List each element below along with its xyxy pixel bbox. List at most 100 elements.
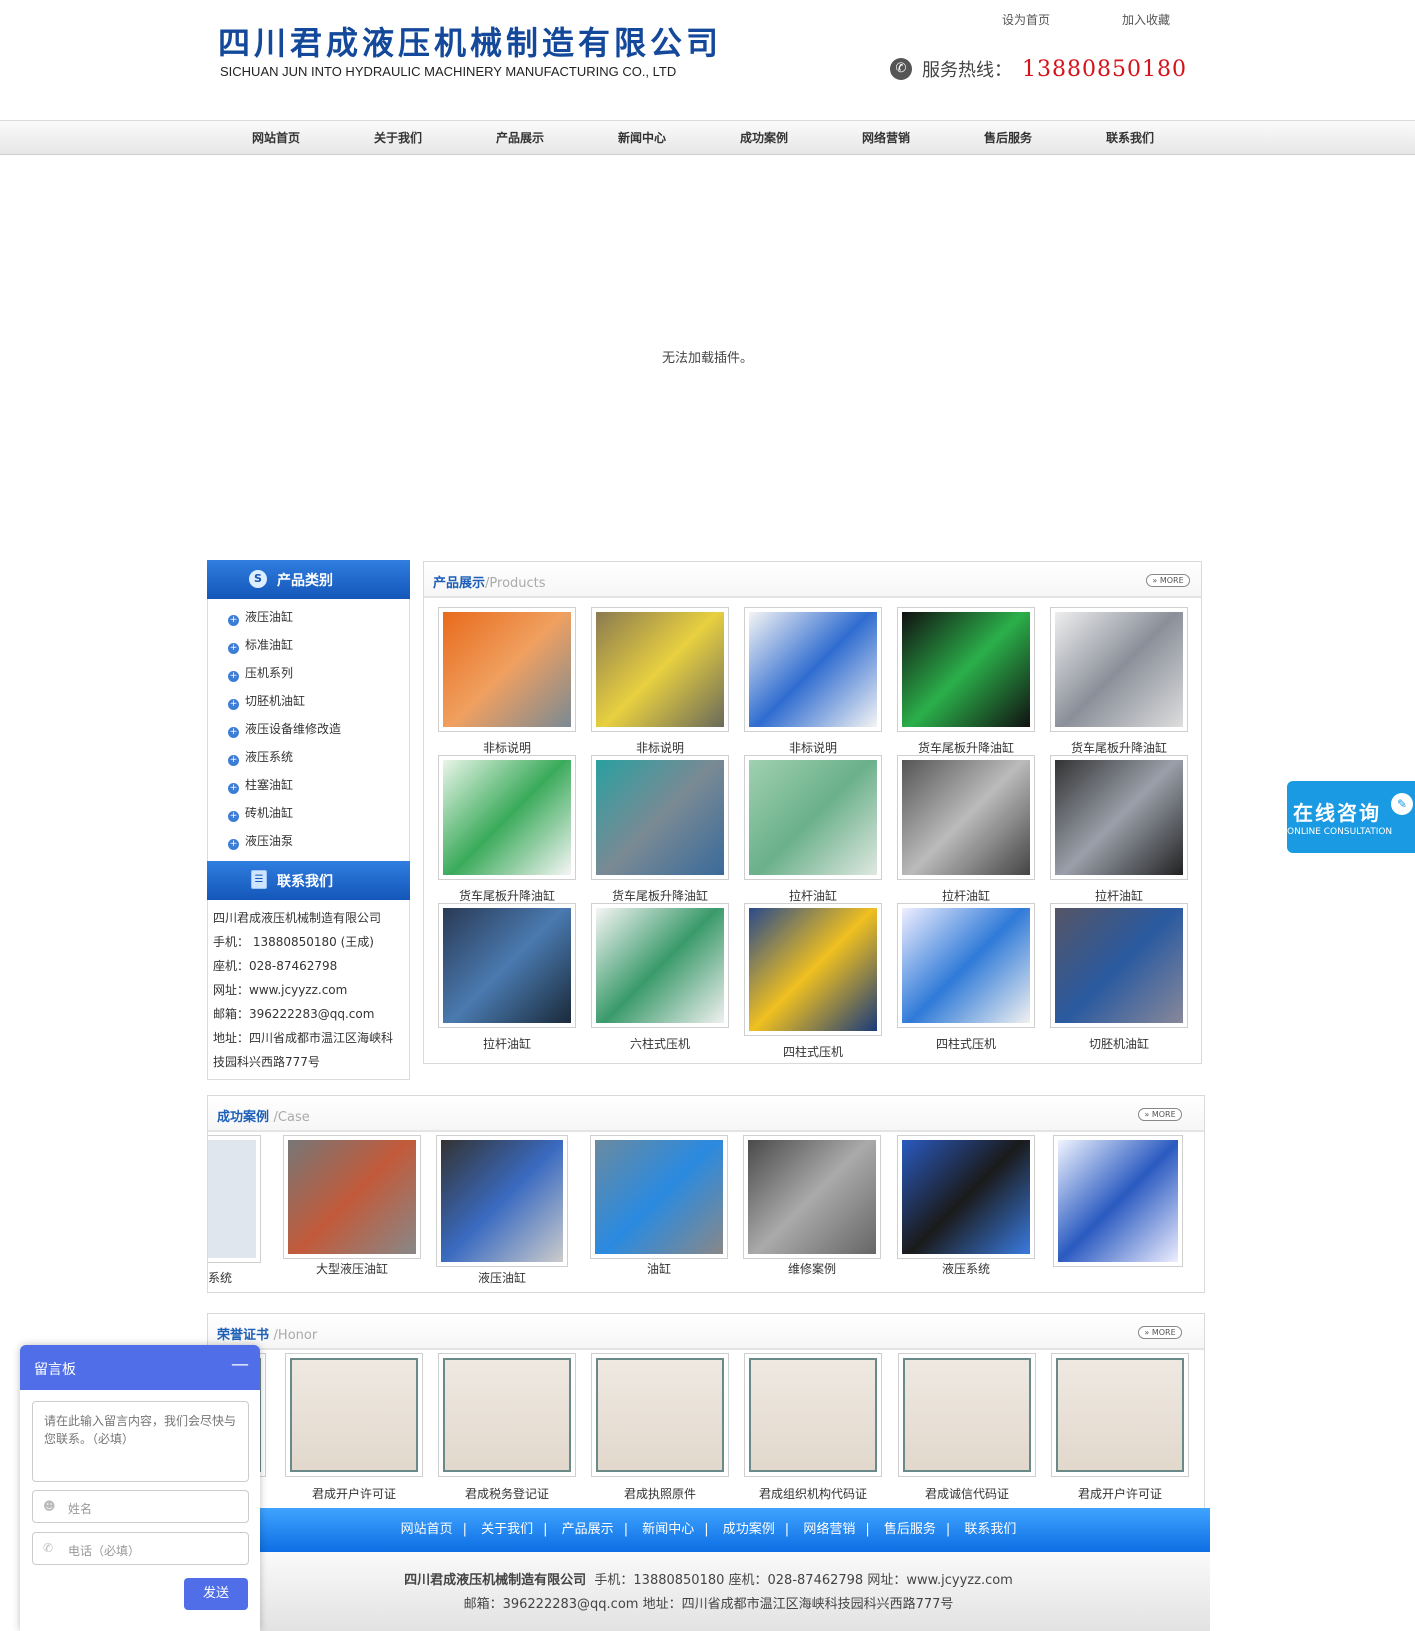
contact-address: 地址：四川省成都市温江区海峡科: [213, 1031, 394, 1045]
product-thumbnail[interactable]: [591, 607, 729, 732]
nav-products[interactable]: 产品展示: [496, 121, 544, 155]
footer-nav-marketing[interactable]: 网络营销: [803, 1522, 855, 1537]
footer-nav-cases[interactable]: 成功案例: [723, 1522, 775, 1537]
category-item[interactable]: + 液压设备维修改造: [208, 715, 409, 743]
logo-chinese[interactable]: 四川君成液压机械制造有限公司: [218, 18, 722, 64]
certificate-thumbnail[interactable]: [898, 1353, 1036, 1477]
product-caption[interactable]: 六柱式压机: [591, 1035, 729, 1052]
product-thumbnail[interactable]: [897, 755, 1035, 880]
name-field[interactable]: ☻ 姓名: [32, 1490, 249, 1523]
certificate-caption[interactable]: 君成执照原件: [591, 1485, 729, 1502]
nav-contact[interactable]: 联系我们: [1106, 121, 1154, 155]
case-thumbnail[interactable]: [436, 1135, 568, 1267]
product-caption[interactable]: 拉杆油缸: [744, 887, 882, 904]
product-caption[interactable]: 拉杆油缸: [438, 1035, 576, 1052]
honor-panel: 荣誉证书 /Honor » MORE 君成开户许可证 君成税务登记证 君成执照原件君…: [207, 1313, 1205, 1509]
footer-nav-service[interactable]: 售后服务: [884, 1522, 936, 1537]
nav-cases[interactable]: 成功案例: [740, 121, 788, 155]
product-caption[interactable]: 货车尾板升降油缸: [591, 887, 729, 904]
phone-field[interactable]: ✆ 电话（必填）: [32, 1532, 249, 1565]
product-caption[interactable]: 拉杆油缸: [1050, 887, 1188, 904]
product-caption[interactable]: 货车尾板升降油缸: [1050, 739, 1188, 756]
case-caption[interactable]: 维修案例: [743, 1260, 881, 1277]
plus-bullet-icon: +: [228, 699, 239, 710]
product-thumbnail[interactable]: [591, 903, 729, 1028]
phone-placeholder: 电话（必填）: [68, 1544, 141, 1558]
footer-nav: 网站首页 | 关于我们 | 产品展示 | 新闻中心 | 成功案例 | 网络营销 | 售后服务…: [207, 1508, 1210, 1552]
nav-about[interactable]: 关于我们: [374, 121, 422, 155]
product-thumbnail[interactable]: [744, 903, 882, 1036]
case-caption[interactable]: 系统: [208, 1269, 232, 1286]
category-item[interactable]: + 标准油缸: [208, 631, 409, 659]
send-button[interactable]: 发送: [184, 1578, 248, 1610]
category-item[interactable]: + 柱塞油缸: [208, 771, 409, 799]
case-caption[interactable]: 大型液压油缸: [283, 1260, 421, 1277]
product-caption[interactable]: 四柱式压机: [897, 1035, 1035, 1052]
product-caption[interactable]: 非标说明: [744, 739, 882, 756]
footer-nav-about[interactable]: 关于我们: [481, 1522, 533, 1537]
category-item[interactable]: + 压机系列: [208, 659, 409, 687]
certificate-caption[interactable]: 君成税务登记证: [438, 1485, 576, 1502]
products-more-button[interactable]: » MORE: [1146, 574, 1190, 587]
set-homepage-link[interactable]: 设为首页: [1002, 11, 1050, 28]
product-thumbnail[interactable]: [1050, 607, 1188, 732]
nav-service[interactable]: 售后服务: [984, 121, 1032, 155]
product-thumbnail[interactable]: [1050, 903, 1188, 1028]
case-thumbnail[interactable]: [590, 1135, 728, 1259]
category-item[interactable]: + 液压系统: [208, 743, 409, 771]
certificate-thumbnail[interactable]: [285, 1353, 423, 1477]
product-image: [596, 760, 724, 875]
nav-home[interactable]: 网站首页: [252, 121, 300, 155]
certificate-thumbnail[interactable]: [438, 1353, 576, 1477]
honor-more-button[interactable]: » MORE: [1138, 1326, 1182, 1339]
product-caption[interactable]: 四柱式压机: [744, 1043, 882, 1060]
category-item[interactable]: + 液压油泵: [208, 827, 409, 855]
product-caption[interactable]: 货车尾板升降油缸: [897, 739, 1035, 756]
case-caption[interactable]: 液压油缸: [436, 1269, 568, 1286]
product-caption[interactable]: 非标说明: [438, 739, 576, 756]
add-favorite-link[interactable]: 加入收藏: [1122, 11, 1170, 28]
product-thumbnail[interactable]: [744, 755, 882, 880]
product-thumbnail[interactable]: [897, 903, 1035, 1028]
certificate-caption[interactable]: 君成组织机构代码证: [744, 1485, 882, 1502]
product-thumbnail[interactable]: [591, 755, 729, 880]
category-label: 液压设备维修改造: [245, 722, 342, 736]
product-thumbnail[interactable]: [438, 755, 576, 880]
case-caption[interactable]: 油缸: [590, 1260, 728, 1277]
footer-nav-home[interactable]: 网站首页: [401, 1522, 453, 1537]
product-thumbnail[interactable]: [1050, 755, 1188, 880]
case-caption[interactable]: 液压系统: [897, 1260, 1035, 1277]
product-thumbnail[interactable]: [897, 607, 1035, 732]
certificate-caption[interactable]: 君成开户许可证: [1051, 1485, 1189, 1502]
footer-nav-products[interactable]: 产品展示: [562, 1522, 614, 1537]
product-caption[interactable]: 货车尾板升降油缸: [438, 887, 576, 904]
certificate-thumbnail[interactable]: [1051, 1353, 1189, 1477]
footer-nav-news[interactable]: 新闻中心: [642, 1522, 694, 1537]
cases-more-button[interactable]: » MORE: [1138, 1108, 1182, 1121]
case-thumbnail[interactable]: [283, 1135, 421, 1259]
product-thumbnail[interactable]: [438, 607, 576, 732]
category-item[interactable]: + 砖机油缸: [208, 799, 409, 827]
online-consultation-button[interactable]: 在线咨询 ✎ ONLINE CONSULTATION: [1287, 781, 1415, 853]
category-item[interactable]: + 液压油缸: [208, 603, 409, 631]
footer-nav-contact[interactable]: 联系我们: [964, 1522, 1016, 1537]
certificate-thumbnail[interactable]: [591, 1353, 729, 1477]
message-input[interactable]: [32, 1401, 249, 1482]
certificate-caption[interactable]: 君成开户许可证: [285, 1485, 423, 1502]
product-thumbnail[interactable]: [438, 903, 576, 1028]
case-thumbnail[interactable]: [208, 1135, 261, 1263]
hotline: ✆ 服务热线： 13880850180: [890, 56, 1187, 82]
case-thumbnail[interactable]: [897, 1135, 1035, 1259]
case-thumbnail[interactable]: [743, 1135, 881, 1259]
product-caption[interactable]: 拉杆油缸: [897, 887, 1035, 904]
product-thumbnail[interactable]: [744, 607, 882, 732]
product-caption[interactable]: 切胚机油缸: [1050, 1035, 1188, 1052]
nav-news[interactable]: 新闻中心: [618, 121, 666, 155]
case-thumbnail[interactable]: [1053, 1135, 1183, 1267]
minimize-icon[interactable]: —: [228, 1353, 252, 1377]
product-caption[interactable]: 非标说明: [591, 739, 729, 756]
nav-marketing[interactable]: 网络营销: [862, 121, 910, 155]
certificate-thumbnail[interactable]: [744, 1353, 882, 1477]
certificate-caption[interactable]: 君成诚信代码证: [898, 1485, 1036, 1502]
category-item[interactable]: + 切胚机油缸: [208, 687, 409, 715]
